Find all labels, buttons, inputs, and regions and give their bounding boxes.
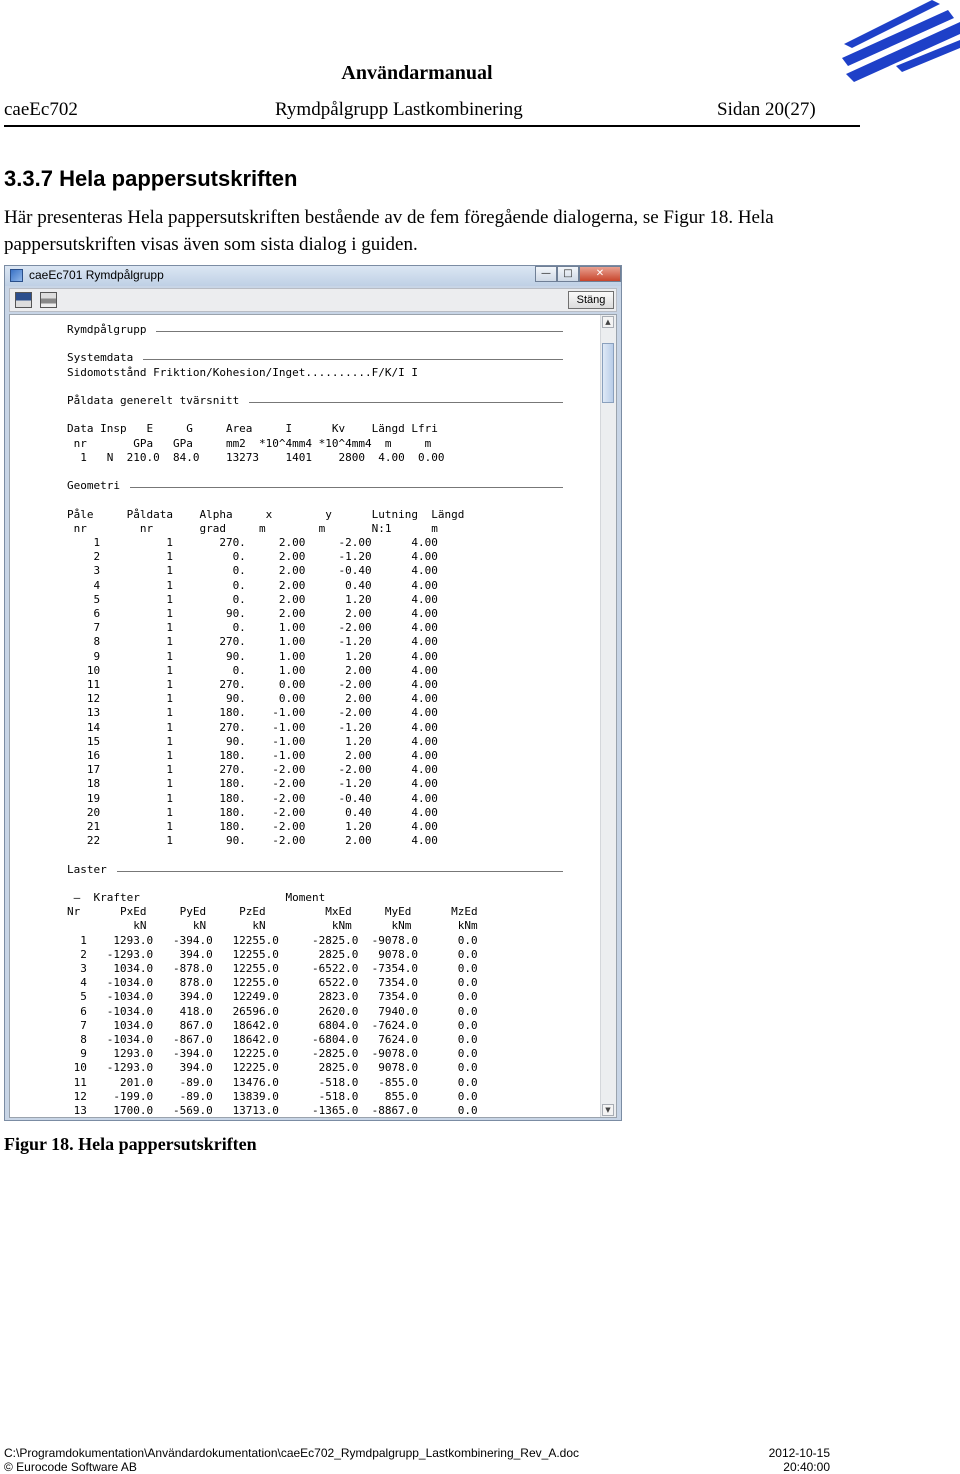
product-name: caeEc702 <box>4 99 78 120</box>
paldata-units: nr GPa GPa mm2 *10^4mm4 *10^4mm4 m m <box>67 436 432 450</box>
footer-datetime: 2012-10-15 20:40:00 <box>768 1446 830 1474</box>
geometri-row: 9 1 90. 1.00 1.20 4.00 <box>67 649 438 663</box>
geometri-row: 12 1 90. 0.00 2.00 4.00 <box>67 692 438 706</box>
laster-row: 13 1700.0 -569.0 13713.0 -1365.0 -8867.0… <box>67 1104 478 1117</box>
geometri-row: 3 1 0. 2.00 -0.40 4.00 <box>67 564 438 578</box>
laster-title: Laster <box>67 862 107 876</box>
geometri-row: 16 1 180. -1.00 2.00 4.00 <box>67 749 438 762</box>
footer-path: C:\Programdokumentation\Användardokument… <box>4 1446 580 1460</box>
vertical-scrollbar[interactable]: ▲ ▼ <box>600 315 616 1117</box>
geometri-row: 20 1 180. -2.00 0.40 4.00 <box>67 805 438 819</box>
geometri-row: 1 1 270. 2.00 -2.00 4.00 <box>67 536 438 549</box>
geometri-row: 8 1 270. 1.00 -1.20 4.00 <box>67 635 438 649</box>
section-number: 3.3.7 <box>4 166 53 191</box>
figure-caption: Figur 18. Hela pappersutskriften <box>4 1134 257 1154</box>
geometri-row: 4 1 0. 2.00 0.40 4.00 <box>67 578 438 592</box>
maximize-icon[interactable]: □ <box>557 266 579 282</box>
laster-header: Nr PxEd PyEd PzEd MxEd MyEd MzEd <box>67 905 478 919</box>
geometri-row: 22 1 90. -2.00 2.00 4.00 <box>67 834 438 848</box>
report-heading: Rymdpålgrupp <box>67 323 147 336</box>
systemdata-title-rule <box>143 359 563 361</box>
window-titlebar[interactable]: caeEc701 Rymdpålgrupp — □ ✕ <box>5 266 621 286</box>
geometri-row: 7 1 0. 1.00 -2.00 4.00 <box>67 621 438 635</box>
geometri-row: 10 1 0. 1.00 2.00 4.00 <box>67 663 438 677</box>
scroll-up-icon[interactable]: ▲ <box>602 316 614 328</box>
section-paragraph: Här presenteras Hela pappersutskriften b… <box>4 207 774 255</box>
save-icon[interactable] <box>15 292 32 308</box>
geometri-row: 2 1 0. 2.00 -1.20 4.00 <box>67 550 438 564</box>
module-name: Rymdpålgrupp Lastkombinering <box>275 99 523 120</box>
systemdata-line: Sidomotstånd Friktion/Kohesion/Inget....… <box>67 365 418 379</box>
paldata-title-rule <box>249 402 563 403</box>
report-heading-rule <box>156 331 563 332</box>
laster-row: 10 -1293.0 394.0 12225.0 2825.0 9078.0 0… <box>67 1061 478 1075</box>
paldata-title: Påldata generelt tvärsnitt <box>67 394 240 407</box>
laster-title-rule <box>116 870 563 872</box>
toolbar: Stäng <box>9 288 617 312</box>
geometri-row: 5 1 0. 2.00 1.20 4.00 <box>67 592 438 606</box>
laster-group-header: — Krafter Moment <box>67 891 326 904</box>
laster-row: 4 -1034.0 878.0 12255.0 6522.0 7354.0 0.… <box>67 976 478 990</box>
scroll-thumb[interactable] <box>602 343 614 403</box>
print-icon[interactable] <box>40 292 57 308</box>
laster-row: 1 1293.0 -394.0 12255.0 -2825.0 -9078.0 … <box>67 933 478 947</box>
geometri-row: 14 1 270. -1.00 -1.20 4.00 <box>67 720 438 734</box>
geometri-row: 17 1 270. -2.00 -2.00 4.00 <box>67 763 438 777</box>
app-icon <box>10 269 23 282</box>
laster-row: 6 -1034.0 418.0 26596.0 2620.0 7940.0 0.… <box>67 1004 478 1018</box>
geometri-row: 15 1 90. -1.00 1.20 4.00 <box>67 734 438 748</box>
close-button[interactable]: Stäng <box>568 291 614 309</box>
report-window: caeEc701 Rymdpålgrupp — □ ✕ Stäng Rymdpå… <box>4 265 622 1121</box>
geometri-row: 6 1 90. 2.00 2.00 4.00 <box>67 607 438 620</box>
report-viewport[interactable]: Rymdpålgrupp Systemdata Sidomotstånd Frikt… <box>9 314 617 1118</box>
geometri-row: 19 1 180. -2.00 -0.40 4.00 <box>67 791 438 805</box>
laster-row: 9 1293.0 -394.0 12225.0 -2825.0 -9078.0 … <box>67 1047 478 1061</box>
laster-row: 5 -1034.0 394.0 12249.0 2823.0 7354.0 0.… <box>67 990 478 1004</box>
geometri-units: nr nr grad m m N:1 m <box>67 521 438 535</box>
window-title: caeEc701 Rymdpålgrupp <box>29 268 164 282</box>
minimize-icon[interactable]: — <box>535 266 557 282</box>
laster-row: 8 -1034.0 -867.0 18642.0 -6804.0 7624.0 … <box>67 1033 478 1046</box>
footer-copyright: © Eurocode Software AB <box>4 1460 137 1474</box>
laster-row: 7 1034.0 867.0 18642.0 6804.0 -7624.0 0.… <box>67 1018 478 1032</box>
systemdata-title: Systemdata <box>67 351 134 365</box>
geometri-row: 11 1 270. 0.00 -2.00 4.00 <box>67 678 438 691</box>
section-heading: 3.3.7 Hela pappersutskriften <box>4 166 297 192</box>
geometri-row: 21 1 180. -2.00 1.20 4.00 <box>67 820 438 833</box>
laster-row: 2 -1293.0 394.0 12255.0 2825.0 9078.0 0.… <box>67 947 478 961</box>
laster-row: 11 201.0 -89.0 13476.0 -518.0 -855.0 0.0 <box>67 1075 478 1089</box>
section-title: Hela pappersutskriften <box>59 166 298 191</box>
geometri-row: 13 1 180. -1.00 -2.00 4.00 <box>67 706 438 720</box>
page-number: Sidan 20(27) <box>717 99 816 120</box>
eurocode-logo-icon <box>842 0 960 82</box>
geometri-header: Påle Påldata Alpha x y Lutning Längd <box>67 507 465 521</box>
laster-row: 12 -199.0 -89.0 13839.0 -518.0 855.0 0.0 <box>67 1089 478 1103</box>
manual-title: Användarmanual <box>341 62 493 84</box>
paldata-row: 1 N 210.0 84.0 13273 1401 2800 4.00 0.00 <box>67 450 445 464</box>
close-icon[interactable]: ✕ <box>579 266 621 282</box>
geometri-row: 18 1 180. -2.00 -1.20 4.00 <box>67 777 438 791</box>
laster-units: kN kN kN kNm kNm kNm <box>67 919 478 933</box>
header-rule <box>4 125 860 127</box>
scroll-down-icon[interactable]: ▼ <box>602 1104 614 1116</box>
geometri-title: Geometri <box>67 479 120 493</box>
geometri-title-rule <box>129 487 563 489</box>
paldata-header: Data Insp E G Area I Kv Längd Lfri <box>67 422 438 436</box>
laster-row: 3 1034.0 -878.0 12255.0 -6522.0 -7354.0 … <box>67 962 478 975</box>
